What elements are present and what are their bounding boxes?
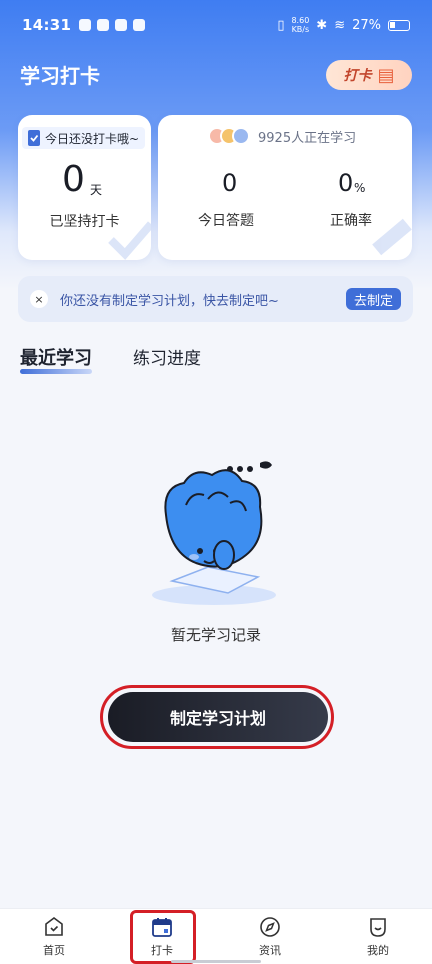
status-right: ▯ 8.60 KB/s ✱ ≋ 27% <box>277 16 410 34</box>
plan-notice-banner: × 你还没有制定学习计划，快去制定吧~ 去制定 <box>18 276 413 322</box>
checkin-badge[interactable]: 打卡 ▤ <box>326 60 412 90</box>
video-notification-icon <box>115 19 128 31</box>
app-notification-icon <box>97 19 110 31</box>
notification-icons <box>79 19 146 31</box>
checkmark-deco-icon <box>108 221 151 260</box>
calendar-notification-icon <box>133 19 146 31</box>
nav-label-checkin: 打卡 <box>151 944 173 957</box>
active-tab-indicator <box>20 369 92 374</box>
nav-label-news: 资讯 <box>259 944 281 957</box>
streak-pill: 今日还没打卡哦~ <box>22 127 146 149</box>
streak-card: 今日还没打卡哦~ 0 天 已坚持打卡 <box>18 115 151 260</box>
accuracy-value: 0 <box>338 169 354 197</box>
notice-text: 你还没有制定学习计划，快去制定吧~ <box>60 293 279 309</box>
tab-practice-progress[interactable]: 练习进度 <box>133 344 201 369</box>
stats-card: 9925人正在学习 0 今日答题 0 % 正确率 <box>158 115 412 260</box>
nav-item-profile[interactable]: 我的 <box>324 909 432 964</box>
go-plan-button[interactable]: 去制定 <box>345 288 401 310</box>
vibrate-icon: ▯ <box>277 17 285 33</box>
home-icon <box>45 917 63 936</box>
fist-mascot-illustration <box>152 461 276 605</box>
make-study-plan-button[interactable]: 制定学习计划 <box>108 692 328 742</box>
streak-days-value: 0 <box>62 159 85 200</box>
battery-icon <box>388 19 410 31</box>
profile-icon <box>370 918 386 937</box>
today-answers-label: 今日答题 <box>198 213 254 229</box>
tab-recent-study[interactable]: 最近学习 <box>20 344 92 370</box>
nav-label-profile: 我的 <box>367 944 389 957</box>
nav-item-news[interactable]: 资讯 <box>216 909 324 964</box>
avatar <box>232 127 250 145</box>
today-answers-value: 0 <box>222 169 238 197</box>
compass-icon <box>260 917 280 937</box>
accuracy-unit: % <box>354 181 366 195</box>
status-time: 14:31 <box>22 16 72 34</box>
learner-avatars <box>208 127 250 145</box>
net-speed-unit: KB/s <box>291 25 310 34</box>
checkbook-icon <box>28 130 40 146</box>
nav-label-home: 首页 <box>43 944 65 957</box>
close-icon[interactable]: × <box>30 290 48 308</box>
checkin-badge-label: 打卡 <box>343 68 372 84</box>
bluetooth-icon: ✱ <box>316 17 328 33</box>
streak-pill-text: 今日还没打卡哦~ <box>45 131 140 146</box>
status-bar: 14:31 ▯ 8.60 KB/s ✱ ≋ 27% <box>0 0 432 50</box>
empty-state-text: 暂无学习记录 <box>170 626 261 644</box>
page-title: 学习打卡 <box>20 64 100 88</box>
bottom-nav: 首页 打卡 资讯 我的 <box>0 908 432 964</box>
calendar-deco-icon: ▤ <box>377 64 395 86</box>
crown-icon <box>79 19 92 31</box>
wifi-icon: ≋ <box>334 17 346 33</box>
pencil-deco-icon <box>372 218 412 256</box>
streak-days-unit: 天 <box>90 183 103 197</box>
net-speed-value: 8.60 <box>291 16 310 25</box>
battery-percent: 27% <box>352 17 381 33</box>
nav-item-home[interactable]: 首页 <box>0 909 108 964</box>
nav-item-checkin[interactable]: 打卡 <box>108 909 216 964</box>
network-speed: 8.60 KB/s <box>291 16 309 34</box>
home-indicator <box>171 960 261 963</box>
learning-count: 9925人正在学习 <box>258 131 357 146</box>
calendar-icon <box>152 918 172 937</box>
